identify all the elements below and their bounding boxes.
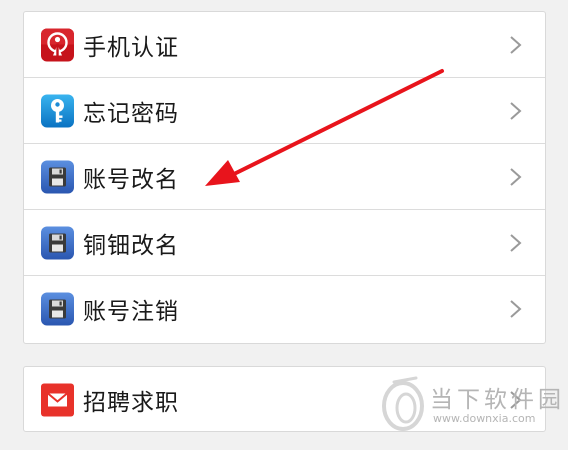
row-label: 账号改名 [83, 167, 179, 193]
row-label: 账号注销 [83, 299, 179, 325]
row-label: 招聘求职 [83, 390, 179, 416]
row-label: 手机认证 [83, 35, 179, 61]
chevron-right-icon [509, 35, 523, 55]
row-job-recruit[interactable]: 招聘求职 [24, 367, 545, 433]
row-label: 忘记密码 [83, 101, 179, 127]
row-label: 铜钿改名 [83, 233, 179, 259]
row-account-cancel[interactable]: 账号注销 [24, 275, 545, 342]
row-bronze-rename[interactable]: 铜钿改名 [24, 209, 545, 276]
row-forgot-password[interactable]: 忘记密码 [24, 77, 545, 144]
chevron-right-icon [509, 167, 523, 187]
floppy-disk-icon [41, 160, 74, 194]
row-phone-auth[interactable]: 手机认证 [24, 12, 545, 78]
chevron-right-icon [509, 101, 523, 121]
phone-auth-icon [41, 28, 74, 62]
envelope-icon [41, 383, 74, 417]
floppy-disk-icon [41, 292, 74, 326]
floppy-disk-icon [41, 226, 74, 260]
chevron-right-icon [509, 233, 523, 253]
settings-group-main: 手机认证 忘记密码 账号改名 铜钿改名 账号注销 [23, 11, 546, 344]
row-account-rename[interactable]: 账号改名 [24, 143, 545, 210]
settings-group-secondary: 招聘求职 [23, 366, 546, 432]
chevron-right-icon [509, 390, 523, 410]
chevron-right-icon [509, 299, 523, 319]
key-icon [41, 94, 74, 128]
